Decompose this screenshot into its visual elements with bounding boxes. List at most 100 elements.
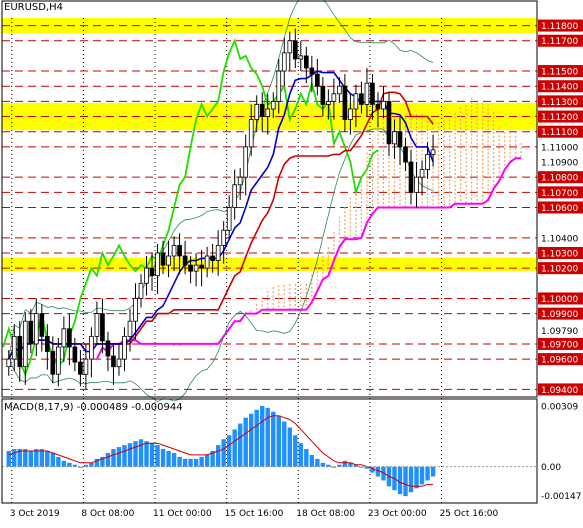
time-label-3: 11 Oct 00:00 <box>153 509 212 519</box>
macd-bar-58 <box>320 462 326 467</box>
macd-bar-20 <box>111 449 116 467</box>
price-label-16: 1.10000 <box>541 295 578 305</box>
price-label-19: 1.09700 <box>541 340 578 350</box>
candle-body-32 <box>177 244 182 257</box>
macd-bar-42 <box>232 429 237 467</box>
macd-bar-72 <box>397 466 403 495</box>
macd-bar-57 <box>315 458 320 467</box>
price-label-18: 1.09790 <box>541 327 578 337</box>
candle-body-61 <box>337 85 342 95</box>
macd-bar-50 <box>276 415 281 467</box>
price-label-20: 1.09600 <box>541 356 578 366</box>
candle-body-24 <box>133 298 138 322</box>
candle-body-64 <box>353 93 359 110</box>
highlight-zones <box>2 18 537 272</box>
candle-body-60 <box>331 93 337 102</box>
candle-body-57 <box>315 73 320 87</box>
macd-bar-43 <box>237 423 243 467</box>
candle-body-65 <box>359 93 364 105</box>
candle-body-53 <box>292 40 298 60</box>
macd-bar-75 <box>414 466 419 489</box>
candle-body-43 <box>237 176 243 186</box>
candle-body-69 <box>381 100 386 110</box>
candle-body-27 <box>149 267 155 277</box>
macd-bar-6 <box>34 449 39 467</box>
price-label-7: 1.11100 <box>541 128 578 138</box>
macd-bar-22 <box>122 445 127 467</box>
candle-body-10 <box>56 346 61 375</box>
candle-body-16 <box>89 335 94 360</box>
candle-body-9 <box>50 351 56 375</box>
macd-bar-30 <box>166 451 171 467</box>
macd-bar-8 <box>45 451 50 467</box>
candle-body-78 <box>430 149 436 155</box>
candle-body-76 <box>419 169 425 178</box>
macd-bar-1 <box>6 451 11 467</box>
candle-body-55 <box>303 55 309 69</box>
candle-body-6 <box>33 313 39 345</box>
macd-bar-23 <box>127 443 133 467</box>
macd-bar-76 <box>419 466 425 485</box>
candle-body-18 <box>100 313 105 342</box>
macd-bar-52 <box>287 427 292 467</box>
candle-body-37 <box>204 255 210 269</box>
macd-bar-28 <box>155 445 160 467</box>
candle-body-21 <box>116 358 122 368</box>
candle-body-14 <box>78 361 83 375</box>
candle-body-38 <box>210 255 215 261</box>
time-label-4: 15 Oct 16:00 <box>225 509 284 519</box>
candle-body-41 <box>226 207 232 231</box>
candle-body-45 <box>248 119 254 148</box>
macd-bar-47 <box>260 405 265 467</box>
candle-body-51 <box>281 52 287 72</box>
macd-bar-36 <box>199 456 204 467</box>
macd-bar-27 <box>149 443 155 467</box>
candle-body-15 <box>83 358 89 375</box>
macd-bar-25 <box>138 439 144 467</box>
candle-body-59 <box>326 100 331 105</box>
macd-bar-9 <box>50 452 56 467</box>
macd-bar-39 <box>215 445 221 467</box>
candle-body-17 <box>94 313 100 337</box>
candle-body-26 <box>144 267 149 284</box>
chart-window[interactable]: { "window": { "symbol_label": "EURUSD,H4… <box>0 0 583 524</box>
macd-bar-26 <box>144 441 149 467</box>
candle-body-71 <box>392 131 397 145</box>
candle-body-66 <box>364 82 370 105</box>
price-label-11: 1.10700 <box>541 189 578 199</box>
macd-bar-41 <box>226 435 232 467</box>
candle-body-5 <box>28 320 34 345</box>
price-label-12: 1.10600 <box>541 204 578 214</box>
candle-body-63 <box>348 108 353 120</box>
macd-bar-11 <box>61 460 67 467</box>
kijun-sen-line <box>8 91 434 360</box>
macd-bar-10 <box>56 456 61 467</box>
price-label-1: 1.11800 <box>541 22 578 32</box>
macd-bar-4 <box>23 449 28 467</box>
candle-body-62 <box>342 85 348 120</box>
candle-body-7 <box>39 313 45 337</box>
candle-body-74 <box>408 161 414 193</box>
price-label-2: 1.11700 <box>541 37 578 47</box>
time-label-7: 25 Oct 16:00 <box>440 509 499 519</box>
macd-bar-73 <box>403 466 408 497</box>
macd-bar-44 <box>243 417 248 467</box>
candle-body-50 <box>276 70 282 102</box>
candle-body-4 <box>22 320 28 368</box>
symbol-title: EURUSD,H4 <box>4 2 64 13</box>
candle-body-25 <box>138 282 144 299</box>
candle-body-42 <box>232 184 238 208</box>
macd-bar-12 <box>67 462 72 467</box>
chart-canvas[interactable]: 1.11800 1.11700 1.11500 1.11400 1.11300 1.112… <box>0 0 583 524</box>
macd-axis-label-1: 0.00309 <box>541 403 578 413</box>
macd-axis-label-3: -0.00147 <box>541 492 581 502</box>
macd-bar-5 <box>28 451 34 467</box>
macd-bar-33 <box>182 458 188 467</box>
candle-body-67 <box>370 82 375 105</box>
candle-body-44 <box>243 146 249 178</box>
candle-body-34 <box>188 264 193 272</box>
macd-bar-74 <box>408 466 414 493</box>
price-label-13: 1.10400 <box>541 234 578 244</box>
yellow-zone-3 <box>2 257 537 272</box>
price-label-10: 1.10800 <box>541 174 578 184</box>
